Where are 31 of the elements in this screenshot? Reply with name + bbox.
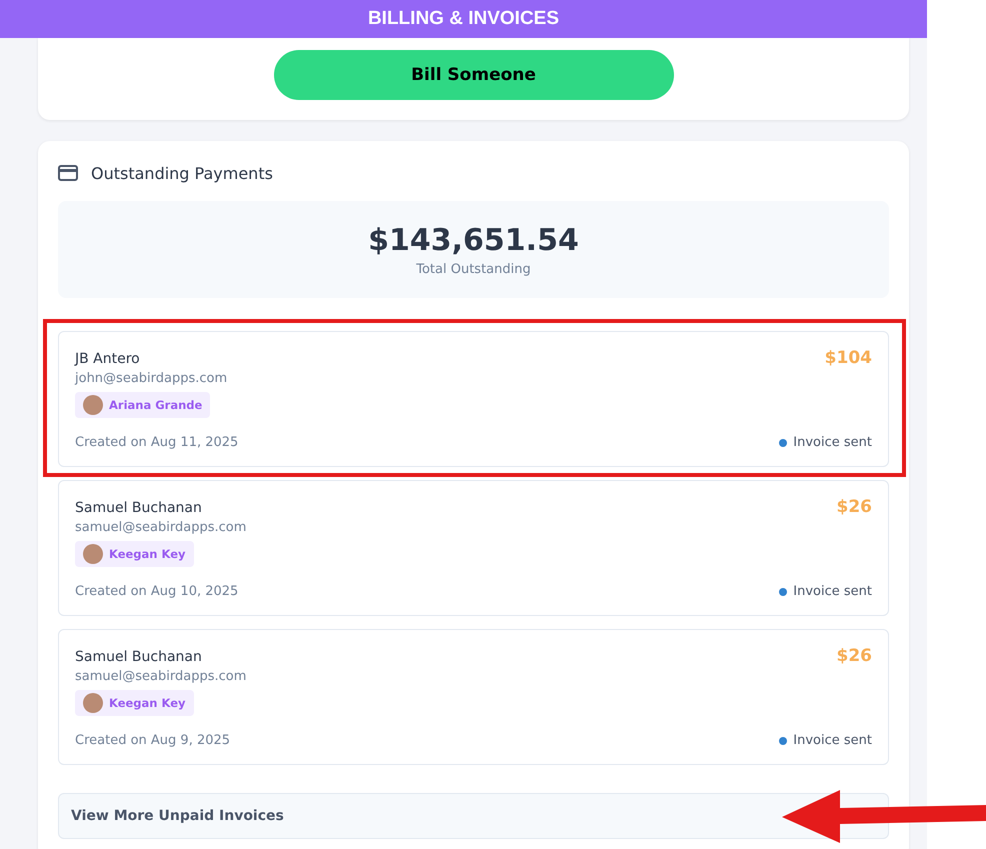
assignee-tag: Keegan Key (75, 690, 194, 716)
assignee-tag: Ariana Grande (75, 392, 210, 418)
avatar-icon (83, 544, 103, 564)
client-email: samuel@seabirdapps.com (75, 668, 246, 686)
section-title: Outstanding Payments (91, 164, 273, 182)
invoice-amount: $26 (836, 497, 872, 517)
client-email: samuel@seabirdapps.com (75, 519, 246, 537)
avatar-icon (83, 395, 103, 415)
status-label: Invoice sent (793, 435, 872, 450)
created-date: Created on Aug 10, 2025 (75, 584, 238, 599)
invoice-card[interactable]: Samuel Buchanan samuel@seabirdapps.com Keegan Key Created on Aug 10, 2025 $26 Invoice sent (58, 480, 889, 616)
client-name: Samuel Buchanan (75, 499, 202, 518)
created-date: Created on Aug 9, 2025 (75, 733, 230, 748)
invoice-amount: $104 (824, 348, 872, 368)
client-name: JB Antero (75, 350, 140, 369)
total-amount: $143,651.54 (368, 222, 579, 258)
client-name: Samuel Buchanan (75, 648, 202, 667)
invoice-card[interactable]: JB Antero john@seabirdapps.com Ariana Grande Created on Aug 11, 2025 $104 Invoice sent (58, 331, 889, 467)
status-label: Invoice sent (793, 584, 872, 599)
view-more-button[interactable]: View More Unpaid Invoices (58, 793, 889, 839)
bill-button[interactable]: Bill Someone (274, 50, 674, 100)
total-label: Total Outstanding (416, 262, 531, 276)
created-date: Created on Aug 11, 2025 (75, 435, 238, 450)
avatar-icon (83, 693, 103, 713)
status-label: Invoice sent (793, 733, 872, 748)
credit-card-icon (58, 165, 78, 181)
assignee-tag: Keegan Key (75, 541, 194, 567)
invoice-card[interactable]: Samuel Buchanan samuel@seabirdapps.com Keegan Key Created on Aug 9, 2025 $26 Invoice sent (58, 629, 889, 765)
page-title: BILLING & INVOICES (368, 8, 560, 30)
invoice-amount: $26 (836, 646, 872, 666)
client-email: john@seabirdapps.com (75, 370, 228, 388)
